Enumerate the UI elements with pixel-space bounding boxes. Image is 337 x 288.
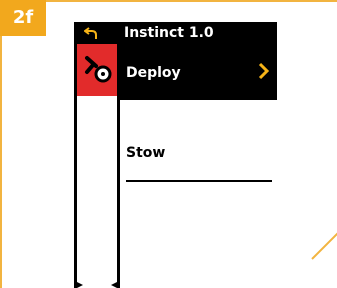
menu-item-label: Deploy	[126, 65, 181, 81]
chevron-right-icon	[258, 62, 270, 80]
sidebar-highlight[interactable]	[77, 44, 117, 96]
scroll-marker-left	[77, 282, 83, 288]
menu-divider	[126, 180, 272, 182]
menu-item-label: Stow	[126, 145, 166, 161]
sidebar	[74, 44, 120, 288]
step-badge: 2f	[0, 0, 46, 36]
scroll-marker-right	[111, 282, 117, 288]
trolling-motor-icon	[85, 56, 112, 83]
menu-item-deploy[interactable]: Deploy	[120, 44, 277, 100]
menu-item-stow[interactable]: Stow	[120, 130, 277, 190]
title-bar: Instinct 1.0	[74, 22, 277, 44]
screen-title: Instinct 1.0	[124, 25, 214, 41]
menu-list: Deploy Stow	[120, 44, 277, 288]
device-screen: Instinct 1.0 Deploy Stow	[74, 22, 277, 288]
back-arrow-icon[interactable]	[84, 26, 98, 40]
